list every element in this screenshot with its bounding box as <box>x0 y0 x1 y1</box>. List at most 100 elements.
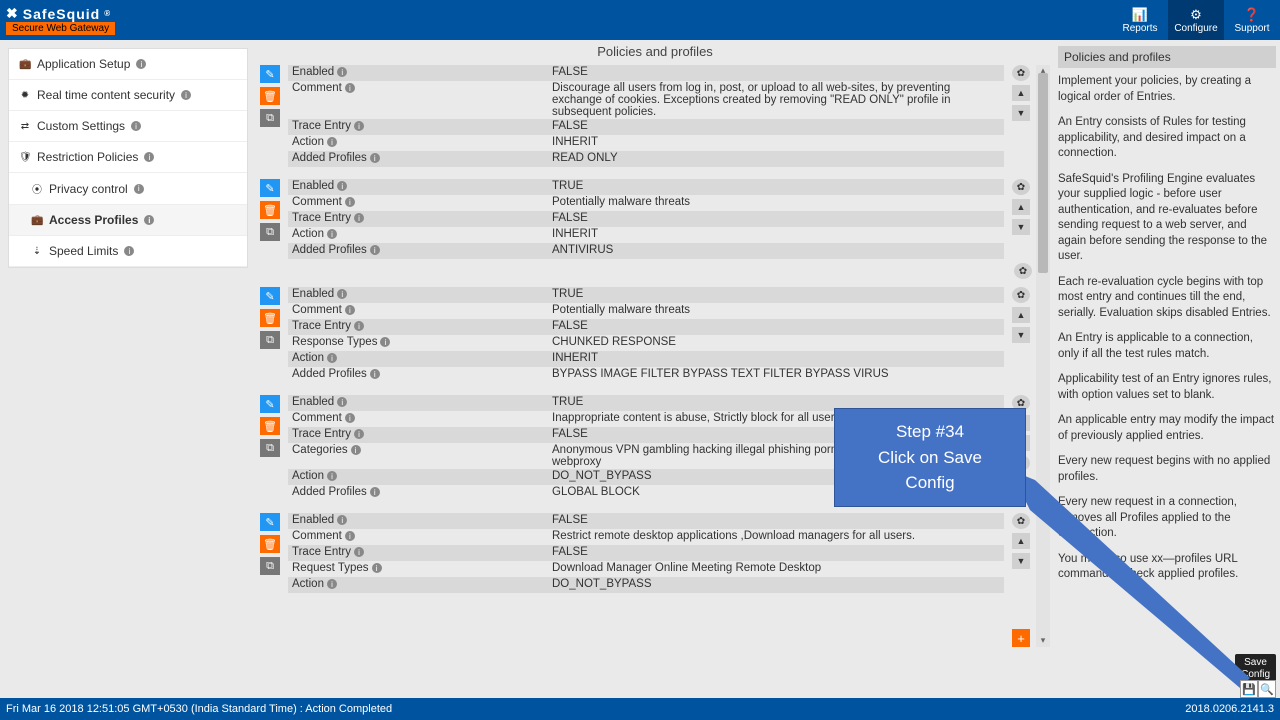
add-entry-button[interactable]: + <box>1012 629 1030 647</box>
field-value: CHUNKED RESPONSE <box>552 336 1000 348</box>
field-value: TRUE <box>552 396 1000 408</box>
info-icon[interactable]: i <box>370 487 380 497</box>
field-label: Response Types <box>292 336 377 348</box>
save-config-button[interactable]: 💾 <box>1240 680 1258 698</box>
entry-settings-button[interactable]: ✿ <box>1012 287 1030 303</box>
info-icon[interactable]: i <box>136 59 146 69</box>
sidebar-item-speed-limits[interactable]: ⇣Speed Limits i <box>9 236 247 267</box>
info-icon[interactable]: i <box>354 121 364 131</box>
brand-tagline: Secure Web Gateway <box>6 22 115 35</box>
tab-configure[interactable]: ⚙Configure <box>1168 0 1224 40</box>
info-icon[interactable]: i <box>327 471 337 481</box>
entry-settings-button[interactable]: ✿ <box>1012 513 1030 529</box>
sidebar-item-restriction-policies[interactable]: 🛡Restriction Policies i <box>9 142 247 173</box>
help-panel: Policies and profiles Implement your pol… <box>1054 40 1280 658</box>
delete-button[interactable]: 🗑 <box>260 87 280 105</box>
entry-settings-button[interactable]: ✿ <box>1012 65 1030 81</box>
info-icon[interactable]: i <box>372 563 382 573</box>
info-icon[interactable]: i <box>124 246 134 256</box>
field-label: Comment <box>292 196 342 208</box>
field-row: Enabled iFALSE <box>288 513 1004 529</box>
info-icon[interactable]: i <box>327 579 337 589</box>
move-down-button[interactable]: ▼ <box>1012 105 1030 121</box>
sidebar-item-access-profiles[interactable]: 💼Access Profiles i <box>9 205 247 236</box>
field-label: Comment <box>292 82 342 94</box>
info-icon[interactable]: i <box>351 445 361 455</box>
info-icon[interactable]: i <box>337 397 347 407</box>
edit-button[interactable]: ✎ <box>260 395 280 413</box>
delete-button[interactable]: 🗑 <box>260 309 280 327</box>
info-icon[interactable]: i <box>345 413 355 423</box>
info-icon[interactable]: i <box>144 215 154 225</box>
delete-button[interactable]: 🗑 <box>260 201 280 219</box>
field-value: READ ONLY <box>552 152 1000 164</box>
scroll-thumb[interactable] <box>1038 73 1048 273</box>
clone-button[interactable]: ⧉ <box>260 331 280 349</box>
sidebar-label: Speed Limits <box>49 244 118 258</box>
field-label: Enabled <box>292 180 334 192</box>
info-icon[interactable]: i <box>327 353 337 363</box>
info-icon[interactable]: i <box>345 83 355 93</box>
field-row: Comment iRestrict remote desktop applica… <box>288 529 1004 545</box>
info-icon[interactable]: i <box>380 337 390 347</box>
move-up-button[interactable]: ▲ <box>1012 199 1030 215</box>
info-icon[interactable]: i <box>131 121 141 131</box>
clone-button[interactable]: ⧉ <box>260 109 280 127</box>
info-icon[interactable]: i <box>327 137 337 147</box>
info-icon[interactable]: i <box>354 547 364 557</box>
policy-entry: ✎🗑⧉Enabled iFALSEComment iDiscourage all… <box>260 65 1032 167</box>
delete-button[interactable]: 🗑 <box>260 535 280 553</box>
clone-button[interactable]: ⧉ <box>260 439 280 457</box>
clone-button[interactable]: ⧉ <box>260 223 280 241</box>
info-icon[interactable]: i <box>144 152 154 162</box>
sidebar-item-real-time-content-security[interactable]: ✹Real time content security i <box>9 80 247 111</box>
policy-entry: ✎🗑⧉Enabled iTRUEComment iPotentially mal… <box>260 287 1032 383</box>
move-down-button[interactable]: ▼ <box>1012 219 1030 235</box>
info-icon[interactable]: i <box>337 515 347 525</box>
sidebar-icon: ⇄ <box>19 121 31 132</box>
field-row: Trace Entry iFALSE <box>288 545 1004 561</box>
sidebar-item-application-setup[interactable]: 💼Application Setup i <box>9 49 247 80</box>
edit-button[interactable]: ✎ <box>260 287 280 305</box>
edit-button[interactable]: ✎ <box>260 179 280 197</box>
move-up-button[interactable]: ▲ <box>1012 533 1030 549</box>
move-down-button[interactable]: ▼ <box>1012 553 1030 569</box>
clone-button[interactable]: ⧉ <box>260 557 280 575</box>
info-icon[interactable]: i <box>370 369 380 379</box>
info-icon[interactable]: i <box>345 197 355 207</box>
search-button[interactable]: 🔍 <box>1258 680 1276 698</box>
move-up-button[interactable]: ▲ <box>1012 85 1030 101</box>
info-icon[interactable]: i <box>345 305 355 315</box>
sidebar-item-custom-settings[interactable]: ⇄Custom Settings i <box>9 111 247 142</box>
edit-button[interactable]: ✎ <box>260 513 280 531</box>
field-label: Categories <box>292 444 348 456</box>
tab-reports[interactable]: 📊Reports <box>1112 0 1168 40</box>
entry-settings-button[interactable]: ✿ <box>1014 263 1032 279</box>
field-label: Action <box>292 228 324 240</box>
tab-support[interactable]: ❓Support <box>1224 0 1280 40</box>
entry-settings-button[interactable]: ✿ <box>1012 179 1030 195</box>
info-icon[interactable]: i <box>337 181 347 191</box>
info-icon[interactable]: i <box>337 67 347 77</box>
sidebar-item-privacy-control[interactable]: ⦿Privacy control i <box>9 173 247 205</box>
help-paragraph: Applicability test of an Entry ignores r… <box>1058 372 1276 403</box>
info-icon[interactable]: i <box>327 229 337 239</box>
sidebar-icon: 🛡 <box>19 152 31 163</box>
move-down-button[interactable]: ▼ <box>1012 327 1030 343</box>
help-paragraph: An applicable entry may modify the impac… <box>1058 413 1276 444</box>
move-up-button[interactable]: ▲ <box>1012 307 1030 323</box>
edit-button[interactable]: ✎ <box>260 65 280 83</box>
info-icon[interactable]: i <box>354 429 364 439</box>
info-icon[interactable]: i <box>354 321 364 331</box>
info-icon[interactable]: i <box>370 153 380 163</box>
info-icon[interactable]: i <box>134 184 144 194</box>
scrollbar[interactable]: ▴ ▾ <box>1036 65 1050 647</box>
info-icon[interactable]: i <box>345 531 355 541</box>
info-icon[interactable]: i <box>337 289 347 299</box>
scroll-down-icon[interactable]: ▾ <box>1036 635 1050 647</box>
delete-button[interactable]: 🗑 <box>260 417 280 435</box>
info-icon[interactable]: i <box>370 245 380 255</box>
info-icon[interactable]: i <box>181 90 191 100</box>
info-icon[interactable]: i <box>354 213 364 223</box>
status-text: Fri Mar 16 2018 12:51:05 GMT+0530 (India… <box>6 703 392 715</box>
